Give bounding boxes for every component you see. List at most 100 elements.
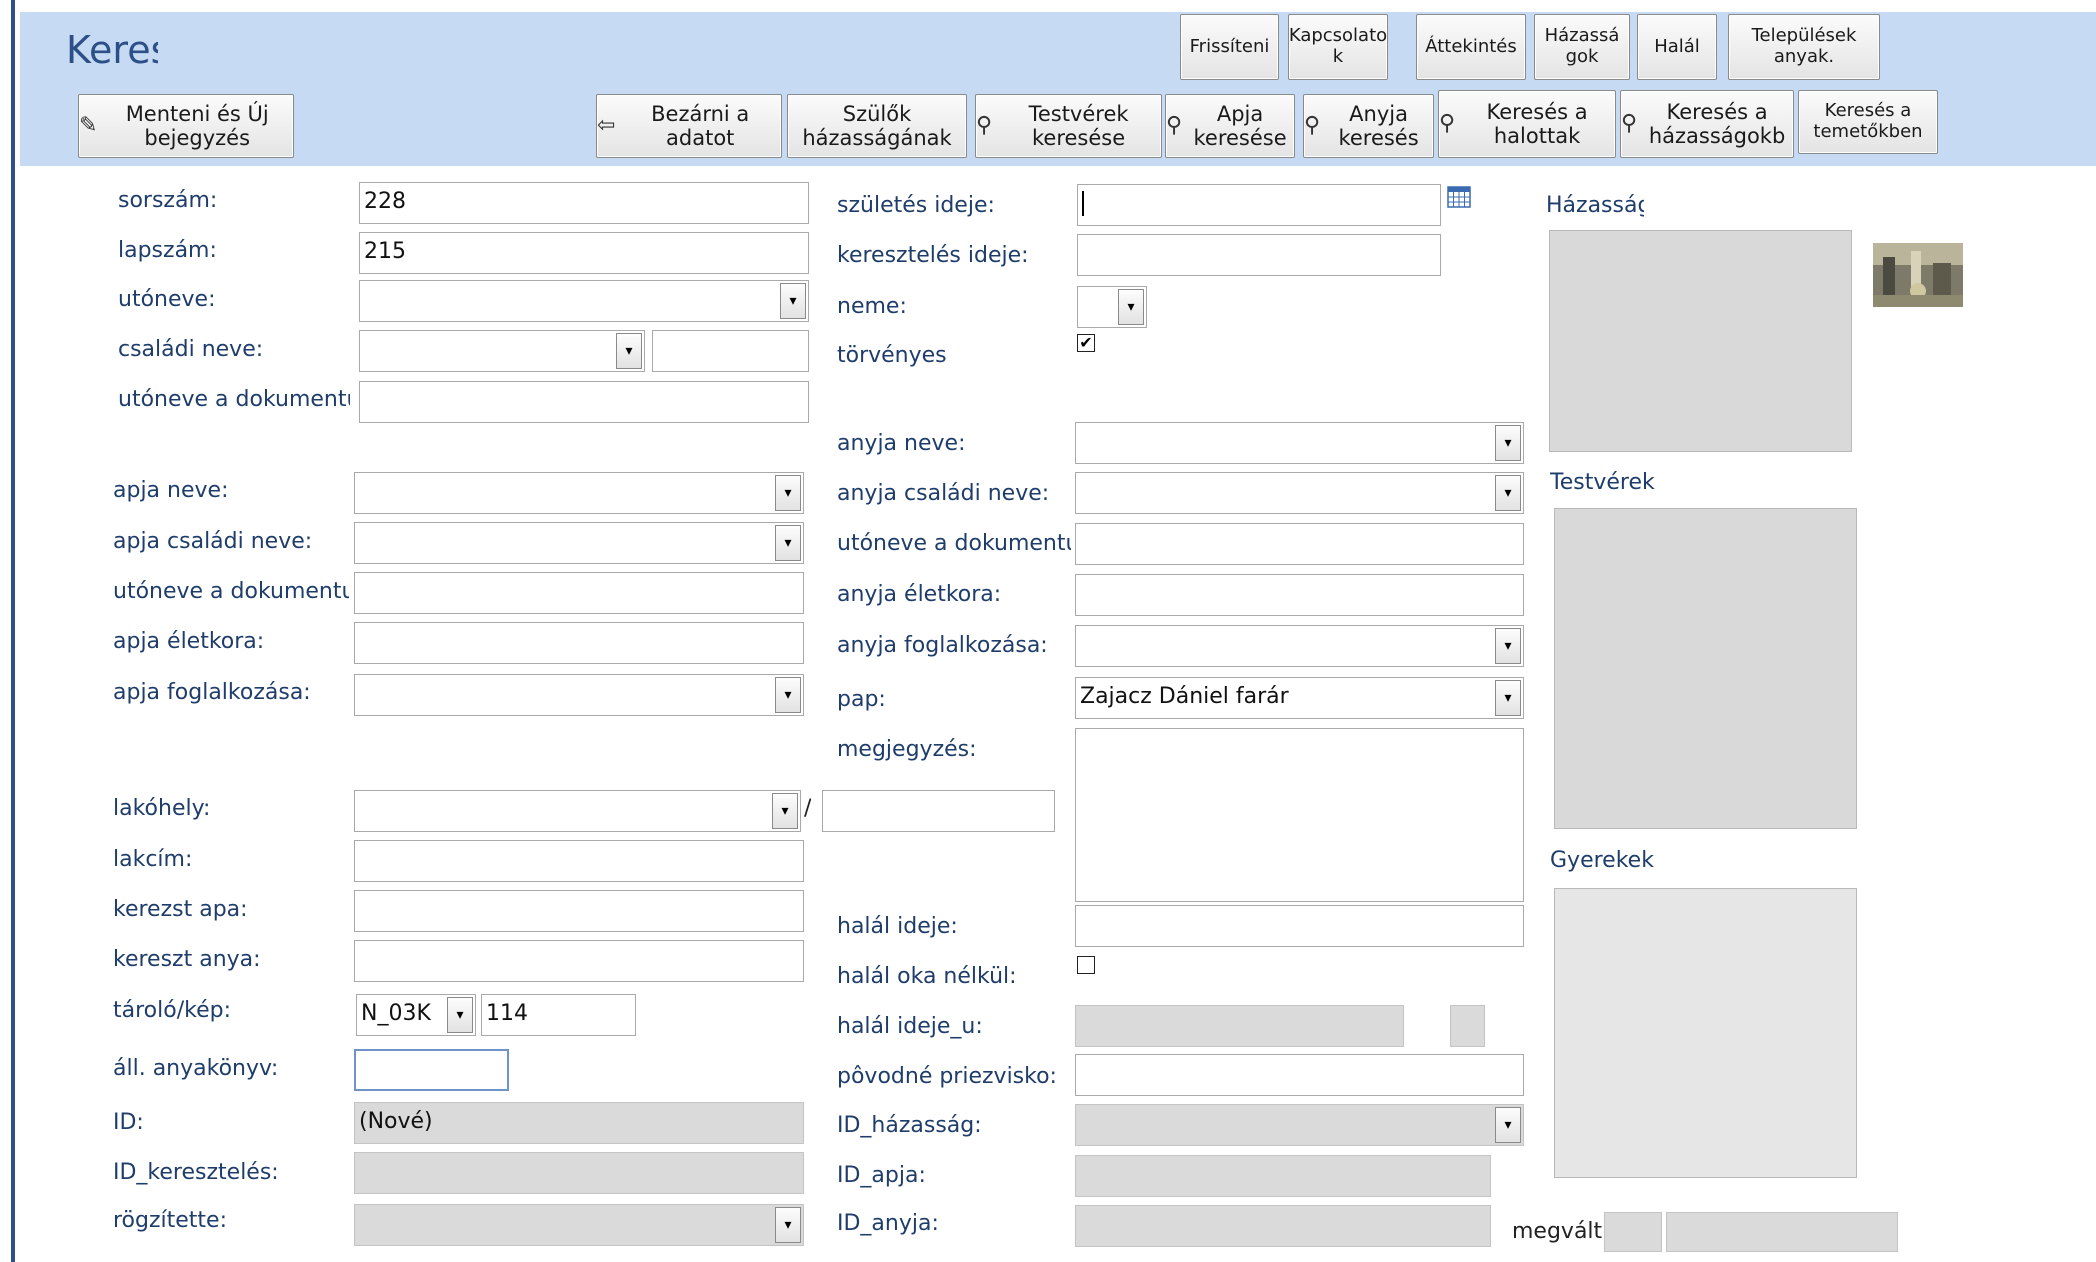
id-label: ID: <box>113 1110 144 1135</box>
tarolo-combo[interactable]: N_03K ▾ <box>356 994 476 1036</box>
apja-utoneve-dok-field[interactable] <box>354 572 804 614</box>
megjegyzes-textarea[interactable] <box>1075 728 1524 902</box>
binoculars-icon: ⚲ <box>976 113 993 139</box>
halal-oka-nelkul-checkbox[interactable] <box>1077 956 1095 974</box>
search-dead-button[interactable]: ⚲ Keresés a halottak <box>1438 90 1616 158</box>
search-cemeteries-button[interactable]: Keresés a temetőkben <box>1798 90 1938 154</box>
chevron-down-icon[interactable]: ▾ <box>775 1207 801 1243</box>
apja-csaladi-combo[interactable]: ▾ <box>354 522 804 564</box>
rogzitette-combo[interactable]: ▾ <box>354 1204 804 1246</box>
csaladi-neve-extra-field[interactable] <box>652 330 809 372</box>
halal-ideje-u-field <box>1075 1005 1404 1047</box>
chevron-down-icon[interactable]: ▾ <box>780 283 806 319</box>
mother-search-button[interactable]: ⚲ Anyja keresés <box>1303 94 1434 158</box>
kerezst-apa-field[interactable] <box>354 890 804 932</box>
chevron-down-icon[interactable]: ▾ <box>772 793 798 829</box>
id-kereszteles-field <box>354 1152 804 1194</box>
lapszam-field[interactable]: 215 <box>359 232 809 274</box>
testverek-subform[interactable] <box>1554 508 1857 829</box>
gyerekek-label: Gyerekek <box>1550 848 1654 873</box>
csaladi-neve-label: családi neve: <box>118 337 264 362</box>
refresh-button[interactable]: Frissíteni <box>1180 14 1279 80</box>
apja-eletkora-field[interactable] <box>354 622 804 664</box>
apja-foglalkozasa-combo[interactable]: ▾ <box>354 674 804 716</box>
anyja-csaladi-combo[interactable]: ▾ <box>1075 472 1524 514</box>
siblings-search-button[interactable]: ⚲ Testvérek keresése <box>975 94 1162 158</box>
lakcim-label: lakcím: <box>113 847 193 872</box>
anyja-foglalkozasa-combo[interactable]: ▾ <box>1075 625 1524 667</box>
id-hazassag-combo[interactable]: ▾ <box>1075 1104 1524 1146</box>
photo-thumbnail[interactable] <box>1873 243 1963 307</box>
anyja-eletkora-field[interactable] <box>1075 574 1524 616</box>
povodne-priezvisko-label: pôvodné priezvisko: <box>837 1064 1057 1089</box>
all-anyakonyv-label: áll. anyakönyv: <box>113 1056 279 1081</box>
chevron-down-icon[interactable]: ▾ <box>1495 475 1521 511</box>
id-apja-label: ID_apja: <box>837 1163 926 1188</box>
death-button[interactable]: Halál <box>1637 14 1717 80</box>
calendar-icon[interactable] <box>1447 185 1471 209</box>
halal-ideje-u-extra <box>1450 1005 1485 1047</box>
chevron-down-icon[interactable]: ▾ <box>775 525 801 561</box>
halal-ideje-field[interactable] <box>1075 905 1524 947</box>
form-title: Keres <box>66 28 158 72</box>
hazassag-subform[interactable] <box>1549 230 1852 452</box>
search-marriages-button[interactable]: ⚲ Keresés a házasságokb <box>1620 90 1794 158</box>
povodne-priezvisko-field[interactable] <box>1075 1054 1524 1096</box>
search-marriages-label: Keresés a házasságokb <box>1648 99 1786 148</box>
anyja-neve-label: anyja neve: <box>837 431 966 456</box>
torvenyes-checkbox[interactable]: ✔ <box>1077 334 1095 352</box>
pap-combo[interactable]: Zajacz Dániel farár ▾ <box>1075 677 1524 719</box>
binoculars-icon: ⚲ <box>1621 111 1638 137</box>
all-anyakonyv-field[interactable] <box>354 1049 509 1091</box>
kereszteles-ideje-field[interactable] <box>1077 234 1441 276</box>
torvenyes-label: törvényes <box>837 343 947 368</box>
megvalt-field <box>1604 1212 1662 1252</box>
sorszam-field[interactable]: 228 <box>359 182 809 224</box>
neme-combo[interactable]: ▾ <box>1077 286 1147 328</box>
szuletes-ideje-field[interactable] <box>1077 184 1441 226</box>
utoneve-combo[interactable]: ▾ <box>359 280 809 322</box>
sorszam-label: sorszám: <box>118 188 218 213</box>
id-kereszteles-label: ID_keresztelés: <box>113 1160 279 1185</box>
chevron-down-icon[interactable]: ▾ <box>1118 289 1144 325</box>
lakcim-field[interactable] <box>354 840 804 882</box>
overview-button[interactable]: Áttekintés <box>1416 14 1526 80</box>
apja-eletkora-label: apja életkora: <box>113 629 265 654</box>
gyerekek-subform[interactable] <box>1554 888 1857 1178</box>
chevron-down-icon[interactable]: ▾ <box>775 677 801 713</box>
parents-marriage-button[interactable]: Szülők házasságának <box>787 94 967 158</box>
csaladi-neve-combo[interactable]: ▾ <box>359 330 645 372</box>
utoneve-dok-field[interactable] <box>359 381 809 423</box>
chevron-down-icon[interactable]: ▾ <box>1495 1107 1521 1143</box>
rogzitette-label: rögzítette: <box>113 1208 228 1233</box>
chevron-down-icon[interactable]: ▾ <box>1495 628 1521 664</box>
kerezst-apa-label: kerezst apa: <box>113 897 248 922</box>
anyja-neve-combo[interactable]: ▾ <box>1075 422 1524 464</box>
relations-button[interactable]: Kapcsolato k <box>1288 14 1388 80</box>
halal-ideje-u-label: halál ideje_u: <box>837 1014 983 1039</box>
kep-field[interactable]: 114 <box>481 994 636 1036</box>
chevron-down-icon[interactable]: ▾ <box>775 475 801 511</box>
apja-utoneve-dok-label: utóneve a dokumentu <box>113 579 349 604</box>
search-dead-label: Keresés a halottak <box>1486 99 1588 148</box>
father-search-button[interactable]: ⚲ Apja keresése <box>1165 94 1295 158</box>
close-button[interactable]: ⇦ Bezárni a adatot <box>596 94 782 158</box>
save-new-button[interactable]: ✎ Menteni és Új bejegyzés <box>78 94 294 158</box>
id-hazassag-label: ID_házasság: <box>837 1113 982 1138</box>
chevron-down-icon[interactable]: ▾ <box>447 997 473 1033</box>
id-anyja-label: ID_anyja: <box>837 1211 939 1236</box>
anyja-utoneve-dok-field[interactable] <box>1075 523 1524 565</box>
marriages-button[interactable]: Házassá gok <box>1534 14 1630 80</box>
settlements-button[interactable]: Települések anyak. <box>1728 14 1880 80</box>
lakohely-extra-field[interactable] <box>822 790 1055 832</box>
window-edge <box>0 0 20 1262</box>
kereszt-anya-field[interactable] <box>354 940 804 982</box>
tarolo-kep-label: tároló/kép: <box>113 998 231 1023</box>
chevron-down-icon[interactable]: ▾ <box>1495 680 1521 716</box>
chevron-down-icon[interactable]: ▾ <box>616 333 642 369</box>
kereszteles-ideje-label: keresztelés ideje: <box>837 243 1029 268</box>
close-label: Bezárni a adatot <box>651 101 750 150</box>
chevron-down-icon[interactable]: ▾ <box>1495 425 1521 461</box>
lakohely-combo[interactable]: ▾ <box>354 790 801 832</box>
apja-neve-combo[interactable]: ▾ <box>354 472 804 514</box>
